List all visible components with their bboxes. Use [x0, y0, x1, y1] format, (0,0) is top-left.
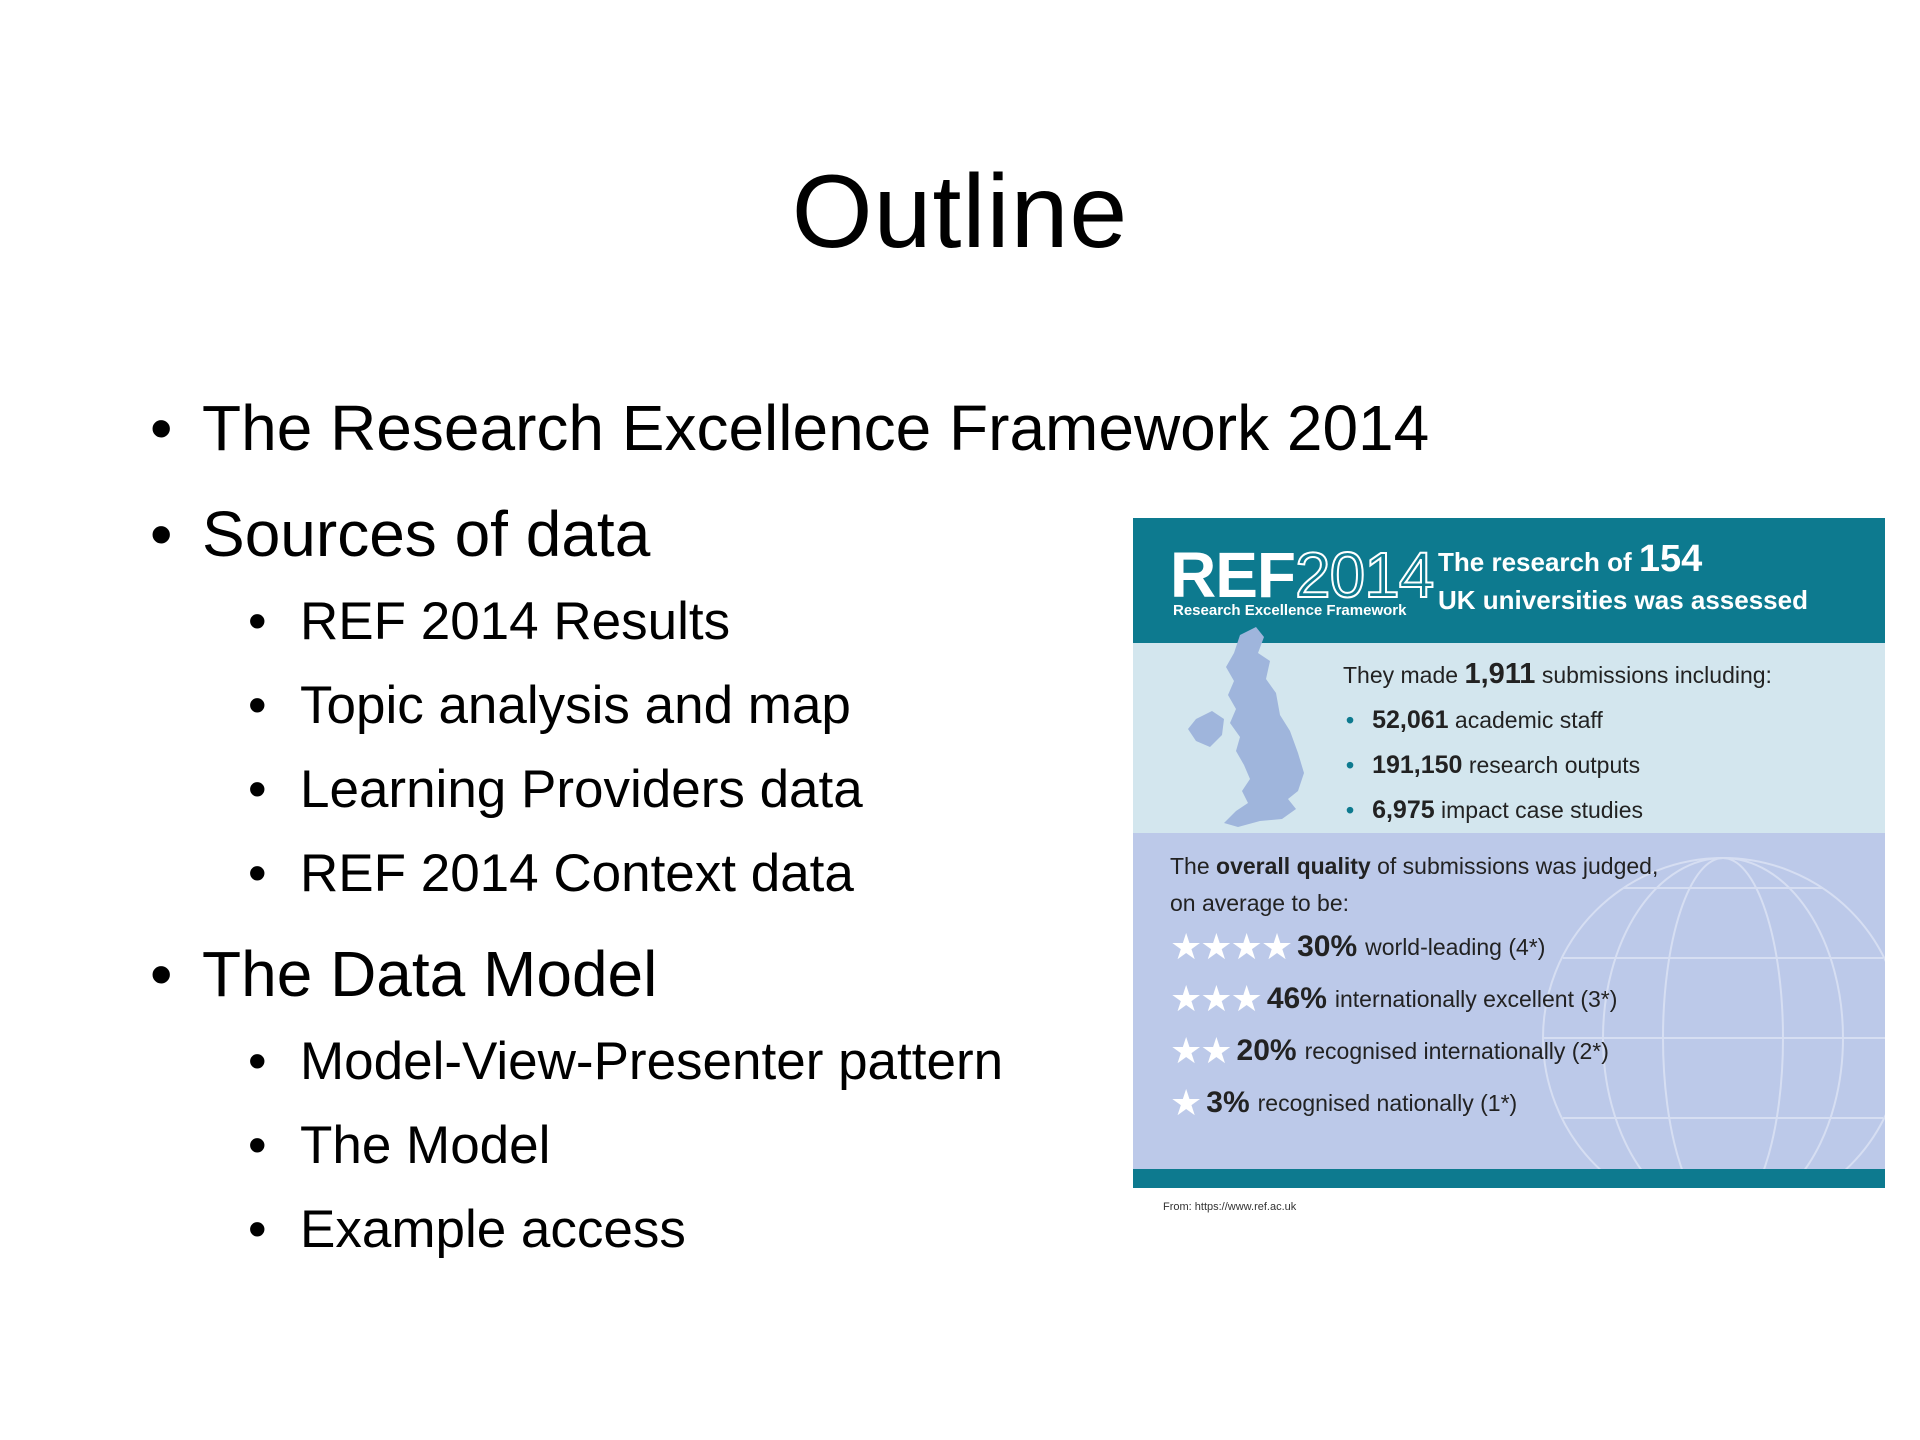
- bullet-sources-of-data: Sources of data: [150, 496, 1150, 572]
- slide-title: Outline: [791, 154, 1129, 270]
- rating-label: world-leading (4*): [1365, 933, 1546, 960]
- submissions-text: They made 1,911 submissions including:: [1343, 658, 1772, 691]
- outline-list: The Research Excellence Framework 2014 S…: [150, 390, 1429, 1262]
- sub-bullet-ref-results: REF 2014 Results: [150, 590, 1150, 654]
- headline-pre: The research of: [1438, 547, 1639, 577]
- ref-2014-infographic: REF2014 Research Excellence Framework Th…: [1133, 518, 1885, 1188]
- count-impact-case-studies: • 6,975 impact case studies: [1346, 796, 1643, 824]
- star-rating-icon: ★★★★: [1170, 926, 1293, 967]
- uk-map-icon: [1188, 627, 1304, 827]
- count-label: academic staff: [1454, 707, 1603, 733]
- submissions-pre: They made: [1343, 662, 1465, 688]
- submissions-number: 1,911: [1464, 658, 1536, 690]
- rating-1-star: ★ 3% recognised nationally (1*): [1170, 1082, 1517, 1126]
- bullet-data-model: The Data Model: [150, 936, 1150, 1012]
- count-value: 6,975: [1372, 796, 1435, 824]
- submissions-post: submissions including:: [1535, 662, 1772, 688]
- ref-logo: REF2014: [1170, 538, 1435, 612]
- headline-number: 154: [1638, 538, 1703, 580]
- count-value: 52,061: [1372, 706, 1449, 734]
- star-rating-icon: ★: [1170, 1082, 1202, 1123]
- count-academic-staff: • 52,061 academic staff: [1346, 706, 1603, 734]
- rating-3-star: ★★★ 46% internationally excellent (3*): [1170, 978, 1617, 1022]
- rating-4-star: ★★★★ 30% world-leading (4*): [1170, 926, 1545, 970]
- sub-bullet-learning-providers: Learning Providers data: [150, 758, 1150, 822]
- quality-text: The overall quality of submissions was j…: [1170, 848, 1658, 922]
- count-label: impact case studies: [1441, 797, 1643, 823]
- rating-label: recognised nationally (1*): [1257, 1089, 1518, 1116]
- count-research-outputs: • 191,150 research outputs: [1346, 751, 1641, 779]
- sub-bullet-topic-analysis: Topic analysis and map: [150, 674, 1150, 738]
- bullet-ref-2014: The Research Excellence Framework 2014: [150, 390, 1429, 466]
- sub-bullet-the-model: The Model: [150, 1114, 1150, 1178]
- quality-post: of submissions was judged,: [1370, 853, 1659, 879]
- quality-pre: The: [1170, 853, 1217, 879]
- star-rating-icon: ★★: [1170, 1030, 1233, 1071]
- logo-ref-text: REF: [1170, 539, 1296, 611]
- source-note: From: https://www.ref.ac.uk: [1163, 1201, 1297, 1213]
- logo-year-text: 2014: [1294, 538, 1435, 612]
- sub-bullet-mvp-pattern: Model-View-Presenter pattern: [150, 1030, 1150, 1094]
- infographic-footer-bar: [1133, 1169, 1885, 1188]
- quality-bold: overall quality: [1216, 853, 1371, 879]
- rating-label: recognised internationally (2*): [1304, 1037, 1609, 1064]
- rating-label: internationally excellent (3*): [1334, 985, 1618, 1012]
- rating-percent: 30%: [1297, 930, 1358, 963]
- counts-list: • 52,061 academic staff • 191,150 research…: [1346, 698, 1643, 833]
- count-value: 191,150: [1372, 751, 1463, 779]
- star-rating-icon: ★★★: [1170, 978, 1263, 1019]
- logo-subtitle: Research Excellence Framework: [1173, 602, 1407, 619]
- slide: Outline The Research Excellence Framewor…: [0, 0, 1920, 1440]
- quality-line2: on average to be:: [1170, 890, 1350, 916]
- rating-percent: 3%: [1206, 1086, 1250, 1119]
- sub-bullet-context-data: REF 2014 Context data: [150, 842, 1150, 906]
- count-label: research outputs: [1468, 752, 1641, 778]
- rating-percent: 20%: [1236, 1034, 1297, 1067]
- rating-percent: 46%: [1266, 982, 1327, 1015]
- rating-2-star: ★★ 20% recognised internationally (2*): [1170, 1030, 1609, 1074]
- headline-post: UK universities was assessed: [1438, 585, 1808, 615]
- headline: The research of 154 UK universities was …: [1438, 540, 1808, 619]
- sub-bullet-example-access: Example access: [150, 1198, 1150, 1262]
